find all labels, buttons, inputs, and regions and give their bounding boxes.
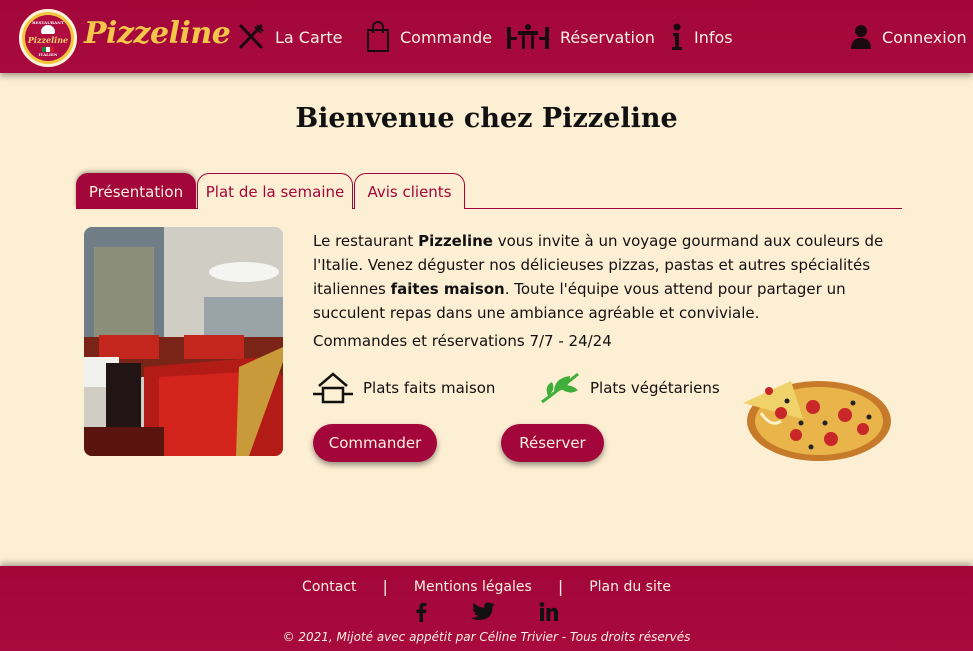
fork-knife-icon (239, 24, 264, 49)
nav-commande[interactable]: Commande (366, 20, 492, 54)
tab-label: Avis clients (367, 182, 452, 201)
site-header: RESTAURANT Pizzeline ITALIEN Pizzeline L… (0, 0, 973, 73)
footer-link-contact[interactable]: Contact (302, 579, 356, 595)
tab-plat-semaine[interactable]: Plat de la semaine (197, 173, 353, 209)
nav-infos[interactable]: Infos (670, 20, 733, 54)
desc-strong: Pizzeline (418, 232, 493, 250)
tab-avis-clients[interactable]: Avis clients (354, 173, 465, 209)
chef-hat-icon (41, 24, 55, 34)
login-label: Connexion (882, 27, 967, 47)
nav-la-carte[interactable]: La Carte (237, 20, 342, 54)
logo-inner: RESTAURANT Pizzeline ITALIEN (25, 15, 71, 61)
site-footer: Contact | Mentions légales | Plan du sit… (0, 566, 973, 651)
nav-label: La Carte (275, 27, 343, 47)
restaurant-interior-image (84, 227, 283, 456)
footer-separator: | (557, 577, 564, 596)
tab-label: Présentation (88, 182, 184, 201)
logo-top-text: RESTAURANT (32, 19, 64, 25)
copyright: © 2021, Mijoté avec appétit par Céline T… (282, 630, 691, 644)
leaf-icon (541, 372, 579, 404)
table-chairs-icon (507, 24, 549, 49)
nav-label: Commande (400, 27, 493, 47)
feature-vegetarian: Plats végétariens (540, 372, 720, 404)
page-title: Bienvenue chez Pizzeline (295, 103, 678, 134)
restaurant-description: Le restaurant Pizzeline vous invite à un… (313, 229, 898, 325)
nav-label: Réservation (560, 27, 655, 47)
footer-link-legal[interactable]: Mentions légales (414, 579, 532, 595)
restaurant-photo (84, 227, 283, 456)
login-link[interactable]: Connexion (850, 20, 967, 54)
logo-bottom-text: ITALIEN (38, 51, 58, 57)
pizza-image (741, 373, 893, 463)
tab-bar: Présentation Plat de la semaine Avis cli… (76, 173, 902, 209)
reserve-button[interactable]: Réserver (501, 424, 604, 462)
logo-text: Pizzeline (27, 34, 69, 45)
pizza-illustration (743, 381, 891, 461)
desc-strong: faites maison (390, 280, 505, 298)
user-icon (851, 25, 871, 49)
facebook-icon[interactable] (415, 602, 427, 622)
tab-label: Plat de la semaine (205, 182, 345, 201)
shopping-bag-icon (367, 21, 389, 52)
linkedin-icon[interactable] (539, 602, 559, 622)
tab-presentation[interactable]: Présentation (76, 173, 196, 209)
nav-label: Infos (694, 27, 733, 47)
info-icon (672, 23, 682, 50)
brand-name[interactable]: Pizzeline (84, 16, 231, 51)
desc-text: Le restaurant (313, 232, 419, 250)
nav-reservation[interactable]: Réservation (506, 20, 655, 54)
twitter-icon[interactable] (470, 602, 495, 622)
logo[interactable]: RESTAURANT Pizzeline ITALIEN (19, 9, 77, 67)
footer-separator: | (382, 577, 388, 596)
feature-label: Plats végétariens (590, 379, 720, 397)
feature-homemade: Plats faits maison (313, 372, 495, 404)
footer-link-sitemap[interactable]: Plan du site (589, 579, 671, 595)
opening-hours: Commandes et réservations 7/7 - 24/24 (313, 332, 612, 350)
order-button[interactable]: Commander (313, 424, 437, 462)
house-icon (313, 372, 353, 404)
feature-label: Plats faits maison (363, 379, 496, 397)
footer-links: Contact | Mentions légales | Plan du sit… (0, 577, 973, 596)
social-links (0, 602, 973, 622)
